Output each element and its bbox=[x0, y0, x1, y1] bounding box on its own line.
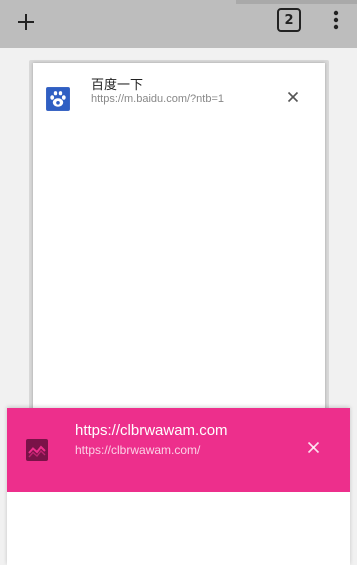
tab-count-label: 2 bbox=[284, 12, 294, 28]
tab-title: https://clbrwawam.com bbox=[75, 422, 228, 439]
close-tab-button[interactable] bbox=[283, 87, 303, 107]
more-vert-icon bbox=[333, 10, 339, 30]
tab-card-clbrwawam[interactable]: https://clbrwawam.com https://clbrwawam.… bbox=[7, 408, 350, 565]
baidu-paw-icon bbox=[46, 87, 70, 111]
tab-url: https://m.baidu.com/?ntb=1 bbox=[91, 93, 224, 105]
tab-url: https://clbrwawam.com/ bbox=[75, 443, 201, 457]
tab-switcher-screen: 2 百度一下 https://m.baidu.com/?ntb=1 https:… bbox=[0, 0, 357, 565]
close-icon bbox=[287, 91, 299, 103]
close-icon bbox=[307, 441, 319, 453]
tab-card-baidu[interactable]: 百度一下 https://m.baidu.com/?ntb=1 bbox=[33, 63, 325, 423]
new-tab-button[interactable] bbox=[10, 6, 42, 38]
close-tab-button[interactable] bbox=[303, 437, 323, 457]
tab-switcher-toolbar: 2 bbox=[0, 0, 357, 48]
tab-card-header: https://clbrwawam.com https://clbrwawam.… bbox=[7, 408, 350, 492]
tab-count-button[interactable]: 2 bbox=[277, 8, 301, 32]
toolbar-edge-highlight bbox=[236, 0, 357, 4]
plus-icon bbox=[18, 14, 34, 30]
tab-title: 百度一下 bbox=[91, 77, 144, 92]
overflow-menu-button[interactable] bbox=[324, 6, 348, 34]
broken-image-icon bbox=[26, 439, 48, 461]
